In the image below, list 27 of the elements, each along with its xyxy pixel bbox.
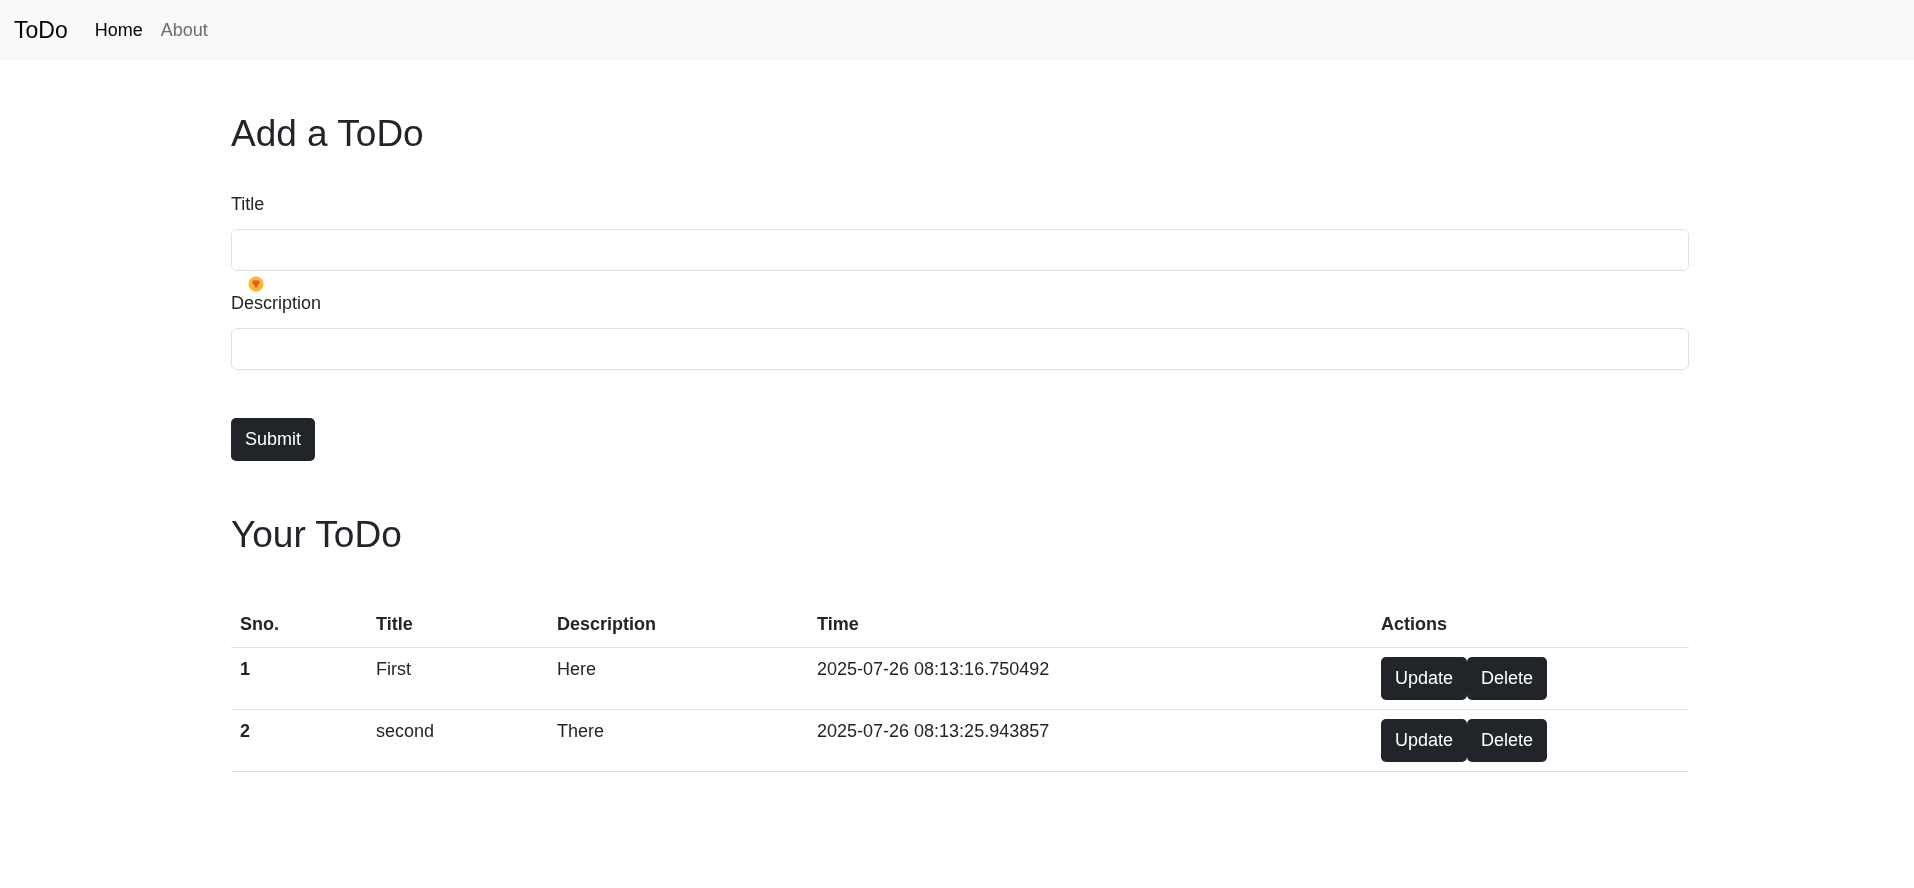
column-header: Actions <box>1381 613 1447 634</box>
table-cell: 2025-07-26 08:13:16.750492 <box>817 658 1050 679</box>
text-input[interactable] <box>231 328 1689 371</box>
brand-link[interactable]: ToDo <box>14 16 68 44</box>
text-input[interactable] <box>231 229 1689 272</box>
action-button[interactable]: Update <box>1381 656 1468 700</box>
table-cell: First <box>376 658 411 679</box>
section-heading: Your ToDo <box>231 513 403 558</box>
action-button[interactable]: Delete <box>1467 718 1548 762</box>
section-heading: Add a ToDo <box>231 112 425 156</box>
table-cell: second <box>376 720 435 741</box>
column-header: Time <box>817 613 859 634</box>
nav-link[interactable]: About <box>160 19 208 41</box>
submit-button[interactable]: Submit <box>231 418 316 462</box>
table-cell: There <box>557 720 605 741</box>
table-cell: Here <box>557 658 596 679</box>
field-label: Description <box>231 293 322 315</box>
field-label: Title <box>231 194 265 216</box>
action-button[interactable]: Update <box>1381 718 1468 762</box>
table-cell: 2 <box>240 720 250 741</box>
table-cell: 2025-07-26 08:13:25.943857 <box>817 720 1050 741</box>
nav-link[interactable]: Home <box>94 19 143 41</box>
column-header: Sno. <box>240 613 279 634</box>
column-header: Title <box>376 613 413 634</box>
action-button[interactable]: Delete <box>1467 656 1548 700</box>
column-header: Description <box>557 613 657 634</box>
table-cell: 1 <box>240 658 250 679</box>
